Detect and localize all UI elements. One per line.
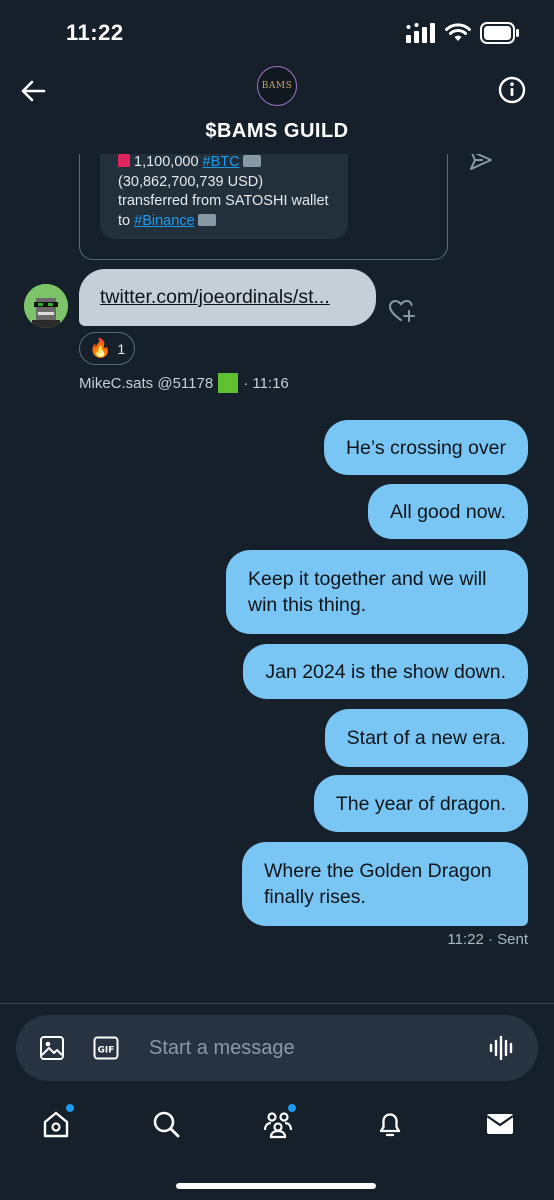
- sent-meta: 11:22 · Sent: [447, 931, 528, 948]
- svg-text:GIF: GIF: [98, 1046, 115, 1056]
- incoming-link-bubble[interactable]: twitter.com/joeordinals/st...: [79, 269, 376, 326]
- tab-notifications[interactable]: [374, 1108, 406, 1140]
- notification-dot: [288, 1104, 296, 1112]
- group-avatar[interactable]: BAMS: [257, 66, 297, 106]
- pixel-avatar-icon: [24, 284, 68, 328]
- tab-messages[interactable]: [484, 1108, 516, 1140]
- wifi-icon: [445, 23, 471, 41]
- sent-message[interactable]: Keep it together and we will win this th…: [226, 550, 528, 634]
- reaction-pill[interactable]: 🔥 1: [79, 332, 135, 365]
- tweet-link[interactable]: twitter.com/joeordinals/st...: [100, 286, 330, 309]
- fire-emoji: 🔥: [89, 338, 112, 358]
- back-arrow-icon[interactable]: [18, 76, 48, 106]
- tweet-amount: 1,100,000: [134, 154, 199, 170]
- sent-message-text: All good now.: [389, 500, 506, 523]
- search-icon: [153, 1111, 180, 1138]
- group-title[interactable]: $BAMS GUILD: [0, 120, 554, 143]
- binance-hashtag-link[interactable]: #Binance: [134, 213, 194, 229]
- message-input[interactable]: [149, 1015, 449, 1081]
- status-time: 11:22: [66, 20, 124, 45]
- tweet-usd-line: (30,862,700,739 USD): [118, 173, 264, 190]
- status-bar: 11:22: [0, 0, 554, 66]
- tweet-to-prefix: to: [118, 212, 131, 229]
- sent-message[interactable]: All good now.: [367, 484, 528, 539]
- bottom-tab-bar: [0, 1098, 554, 1158]
- cellular-signal-icon: [406, 23, 435, 43]
- add-reaction-icon[interactable]: [388, 298, 416, 324]
- group-avatar-text: BAMS: [261, 81, 293, 91]
- notification-dot: [66, 1104, 74, 1112]
- sent-message-text: Start of a new era.: [346, 727, 506, 749]
- sent-message-text: Keep it together and we will win this th…: [248, 568, 487, 616]
- mail-icon: [486, 1114, 514, 1134]
- siren-emoji-icon: [118, 153, 130, 167]
- btc-hashtag-link[interactable]: #BTC: [203, 154, 240, 170]
- gif-icon[interactable]: GIF: [93, 1036, 119, 1060]
- communities-icon: [263, 1112, 293, 1139]
- tweet-transfer-line: transferred from SATOSHI wallet: [118, 193, 329, 209]
- sender-meta: MikeC.sats @51178 · 11:16: [79, 373, 289, 393]
- battery-icon: [480, 22, 519, 44]
- message-composer: GIF: [16, 1015, 538, 1081]
- home-icon: [43, 1111, 69, 1138]
- sent-message-text: The year of dragon.: [335, 792, 506, 815]
- sent-time: 11:22: [447, 931, 484, 948]
- tab-communities[interactable]: [262, 1104, 296, 1140]
- sent-message[interactable]: Where the Golden Dragon finally rises.: [242, 842, 528, 926]
- home-indicator: [176, 1183, 376, 1189]
- sent-message[interactable]: Jan 2024 is the show down.: [243, 644, 528, 699]
- sent-message[interactable]: Start of a new era.: [324, 709, 528, 767]
- composer-divider: [0, 1003, 554, 1004]
- reaction-count: 1: [117, 340, 126, 357]
- tab-search[interactable]: [150, 1108, 182, 1140]
- info-icon[interactable]: [498, 76, 526, 104]
- sent-status: · Sent: [487, 931, 528, 948]
- sent-message-text: Jan 2024 is the show down.: [265, 660, 506, 683]
- sender-time: · 11:16: [243, 374, 289, 392]
- status-icons: [406, 22, 520, 44]
- tab-home[interactable]: [40, 1104, 74, 1140]
- bell-icon: [379, 1113, 401, 1137]
- sent-message-text: He’s crossing over: [345, 436, 506, 459]
- camera-emoji-icon: [242, 155, 261, 167]
- sent-message[interactable]: The year of dragon.: [313, 775, 528, 832]
- camera-emoji-icon: [197, 213, 216, 226]
- image-icon[interactable]: [39, 1035, 65, 1061]
- green-square-emoji-icon: [218, 373, 239, 393]
- sent-message[interactable]: He’s crossing over: [323, 420, 528, 475]
- voice-message-icon[interactable]: [488, 1035, 516, 1061]
- sent-message-text: Where the Golden Dragon finally rises.: [264, 860, 492, 908]
- conversation-header: BAMS $BAMS GUILD: [0, 60, 554, 154]
- sender-avatar[interactable]: [24, 284, 68, 328]
- sender-name: MikeC.sats @51178: [79, 374, 214, 392]
